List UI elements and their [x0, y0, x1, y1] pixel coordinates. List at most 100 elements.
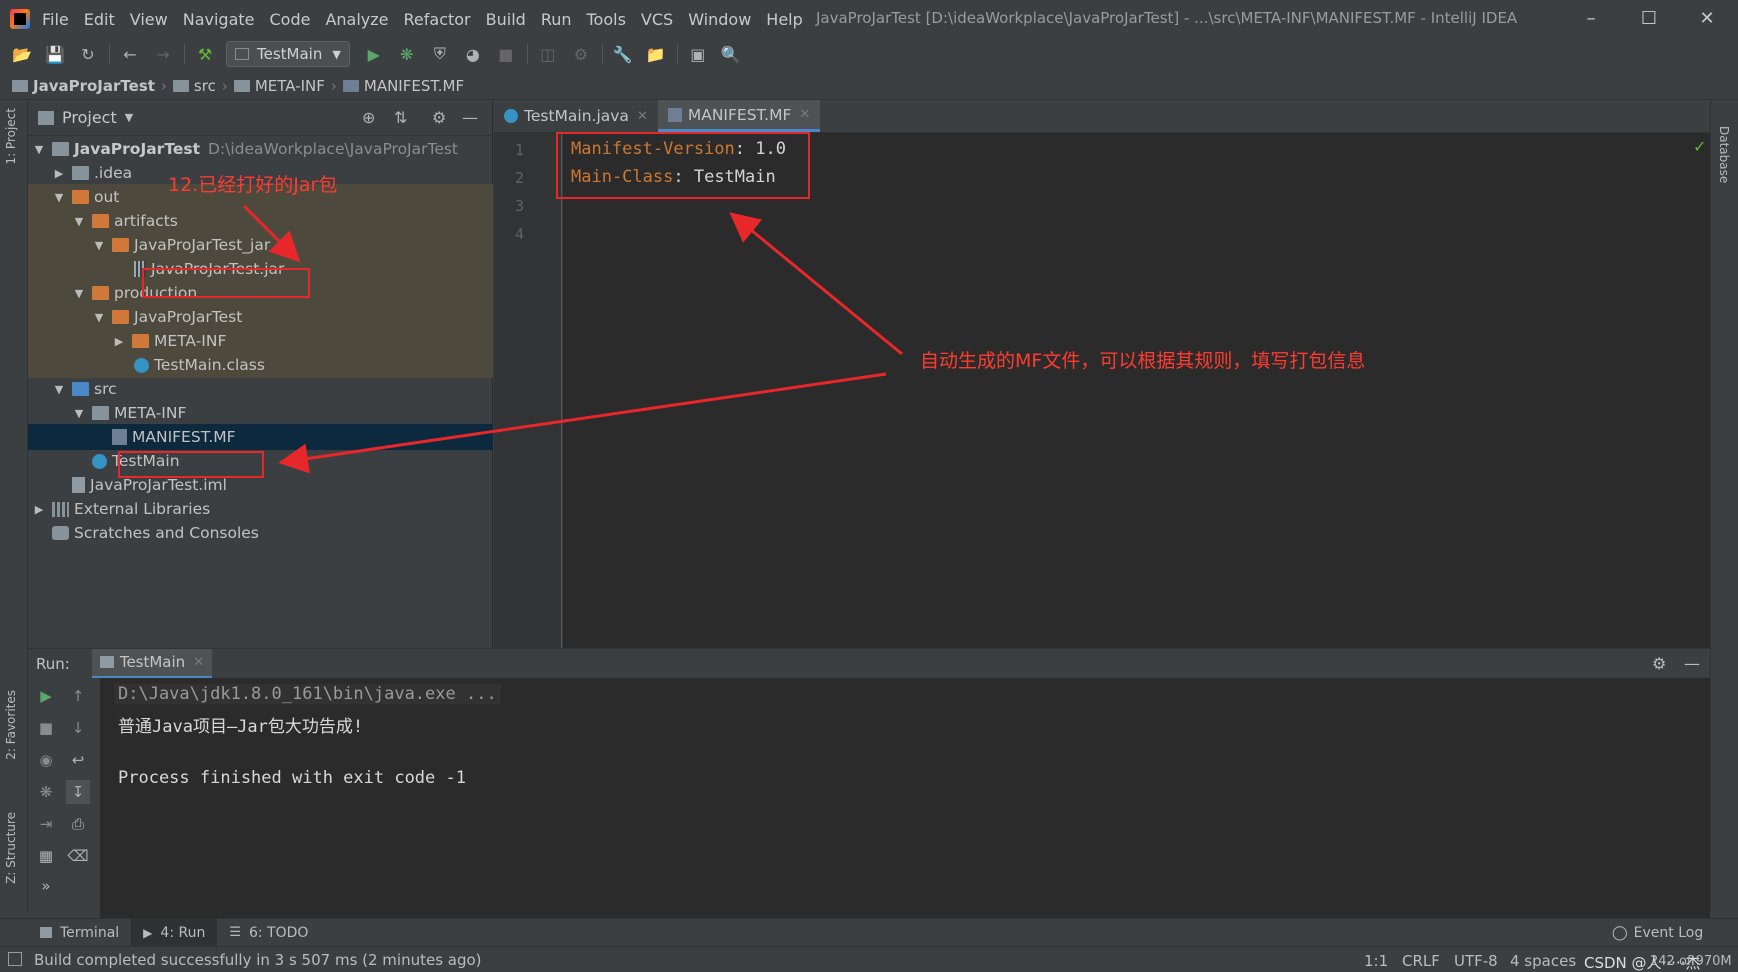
breadcrumb-project[interactable]: JavaProJarTest: [12, 77, 155, 95]
locate-file-icon[interactable]: ⊕: [362, 108, 375, 127]
database-tool-tab[interactable]: Database: [1717, 126, 1731, 183]
hide-panel-icon[interactable]: —: [462, 108, 478, 127]
trash-icon[interactable]: ⌫: [66, 844, 90, 868]
menu-refactor[interactable]: Refactor: [404, 10, 471, 29]
memory-indicator[interactable]: 242 of 970M: [1650, 954, 1732, 969]
layout-icon[interactable]: ▦: [34, 844, 58, 868]
tree-item-testmain-class[interactable]: TestMain.class: [28, 352, 493, 378]
run-tool-tab[interactable]: ▶ 4: Run: [131, 918, 218, 947]
tree-item-project-root[interactable]: ▼ JavaProJarTest D:\ideaWorkplace\JavaPr…: [28, 136, 493, 162]
tree-item-src-meta-inf[interactable]: ▼ META-INF: [28, 400, 493, 426]
collapse-arrow-icon[interactable]: ▶: [112, 335, 126, 348]
caret-position[interactable]: 1:1: [1364, 952, 1388, 970]
tree-item-jar-folder[interactable]: ▼ JavaProJarTest_jar: [28, 232, 493, 258]
close-icon[interactable]: ✕: [799, 107, 810, 122]
tree-item-scratches[interactable]: Scratches and Consoles: [28, 520, 493, 546]
close-window-icon[interactable]: ✕: [1696, 8, 1718, 30]
close-icon[interactable]: ✕: [193, 655, 204, 670]
expand-arrow-icon[interactable]: ▼: [72, 215, 86, 228]
collapse-all-icon[interactable]: ⇅: [394, 108, 407, 127]
search-icon[interactable]: 🔍: [719, 42, 743, 66]
build-hammer-icon[interactable]: ⚒: [193, 42, 217, 66]
menu-analyze[interactable]: Analyze: [325, 10, 388, 29]
tab-manifest[interactable]: MANIFEST.MF ✕: [657, 100, 821, 132]
tree-item-manifest[interactable]: MANIFEST.MF: [28, 424, 493, 450]
breadcrumb-manifest[interactable]: MANIFEST.MF: [342, 77, 464, 95]
tree-item-src[interactable]: ▼ src: [28, 376, 493, 402]
console-output[interactable]: D:\Java\jdk1.8.0_161\bin\java.exe ... 普通…: [100, 678, 1710, 918]
code-editor[interactable]: Manifest-Version: 1.0 Main-Class: TestMa…: [563, 133, 1710, 648]
coverage-icon[interactable]: ⛨: [428, 42, 452, 66]
minimize-icon[interactable]: –: [1580, 8, 1602, 30]
expand-arrow-icon[interactable]: ▼: [52, 383, 66, 396]
attach-debugger-icon[interactable]: ⚙: [569, 42, 593, 66]
up-icon[interactable]: ↑: [66, 684, 90, 708]
open-folder-icon[interactable]: 📂: [10, 42, 34, 66]
tree-item-production-project[interactable]: ▼ JavaProJarTest: [28, 304, 493, 330]
expand-arrow-icon[interactable]: ▼: [72, 407, 86, 420]
project-view-selector[interactable]: Project: [62, 108, 117, 127]
camera-icon[interactable]: ◉: [34, 748, 58, 772]
close-icon[interactable]: ✕: [637, 109, 648, 124]
run-config-selector[interactable]: TestMain ▼: [226, 41, 350, 67]
file-encoding[interactable]: UTF-8: [1454, 952, 1498, 970]
settings-wrench-icon[interactable]: 🔧: [611, 42, 635, 66]
breadcrumb-src[interactable]: src: [172, 77, 216, 95]
todo-tab[interactable]: ☰ 6: TODO: [217, 919, 320, 947]
menu-code[interactable]: Code: [270, 10, 311, 29]
save-icon[interactable]: 💾: [43, 42, 67, 66]
menu-navigate[interactable]: Navigate: [183, 10, 255, 29]
menu-tools[interactable]: Tools: [587, 10, 626, 29]
down-icon[interactable]: ↓: [66, 716, 90, 740]
print-icon[interactable]: ⎙: [66, 812, 90, 836]
menu-view[interactable]: View: [130, 10, 168, 29]
terminal-window-icon[interactable]: ▣: [686, 42, 710, 66]
tree-item-artifacts[interactable]: ▼ artifacts: [28, 208, 493, 234]
more-icon[interactable]: »: [34, 874, 58, 898]
expand-arrow-icon[interactable]: ▼: [72, 287, 86, 300]
run-icon[interactable]: ▶: [362, 42, 386, 66]
expand-arrow-icon[interactable]: ▼: [52, 191, 66, 204]
debug-icon[interactable]: ❋: [34, 780, 58, 804]
expand-arrow-icon[interactable]: ▼: [92, 239, 106, 252]
terminal-tab[interactable]: Terminal: [28, 919, 131, 947]
menu-edit[interactable]: Edit: [84, 10, 115, 29]
structure-tool-tab[interactable]: Z: Structure: [4, 812, 18, 884]
menu-build[interactable]: Build: [486, 10, 526, 29]
collapse-arrow-icon[interactable]: ▶: [52, 167, 66, 180]
breadcrumb-meta-inf[interactable]: META-INF: [233, 77, 325, 95]
tab-testmain-java[interactable]: TestMain.java ✕: [494, 100, 658, 132]
status-message[interactable]: Build completed successfully in 3 s 507 …: [34, 951, 482, 969]
expand-arrow-icon[interactable]: ▼: [92, 311, 106, 324]
maximize-icon[interactable]: ☐: [1638, 8, 1660, 30]
stop-icon[interactable]: ■: [34, 716, 58, 740]
rerun-icon[interactable]: ▶: [34, 684, 58, 708]
scroll-to-end-icon[interactable]: ↧: [66, 780, 90, 804]
exit-icon[interactable]: ⇥: [34, 812, 58, 836]
line-separator[interactable]: CRLF: [1402, 952, 1440, 970]
menu-run[interactable]: Run: [541, 10, 572, 29]
tree-item-out-meta-inf[interactable]: ▶ META-INF: [28, 328, 493, 354]
menu-vcs[interactable]: VCS: [641, 10, 673, 29]
sync-icon[interactable]: ↻: [76, 42, 100, 66]
stop-icon[interactable]: ■: [494, 42, 518, 66]
hide-panel-icon[interactable]: —: [1684, 654, 1700, 673]
tree-item-external-libraries[interactable]: ▶ External Libraries: [28, 496, 493, 522]
back-icon[interactable]: ←: [118, 42, 142, 66]
project-tool-tab[interactable]: 1: Project: [4, 108, 18, 165]
menu-window[interactable]: Window: [688, 10, 751, 29]
profile-icon[interactable]: ◕: [461, 42, 485, 66]
update-app-icon[interactable]: ◫: [536, 42, 560, 66]
chevron-down-icon[interactable]: ▼: [125, 111, 133, 124]
console-command-line[interactable]: D:\Java\jdk1.8.0_161\bin\java.exe ...: [114, 684, 501, 704]
soft-wrap-icon[interactable]: ↩: [66, 748, 90, 772]
expand-arrow-icon[interactable]: ▼: [32, 143, 46, 156]
event-log-tab[interactable]: ◯ Event Log: [1600, 919, 1715, 947]
gear-icon[interactable]: ⚙: [1652, 654, 1666, 673]
indent-setting[interactable]: 4 spaces: [1510, 952, 1576, 970]
gear-icon[interactable]: ⚙: [432, 108, 446, 127]
favorites-tool-tab[interactable]: 2: Favorites: [4, 690, 18, 760]
collapse-arrow-icon[interactable]: ▶: [32, 503, 46, 516]
toggle-tool-windows-icon[interactable]: [8, 952, 22, 966]
debug-icon[interactable]: ❋: [395, 42, 419, 66]
